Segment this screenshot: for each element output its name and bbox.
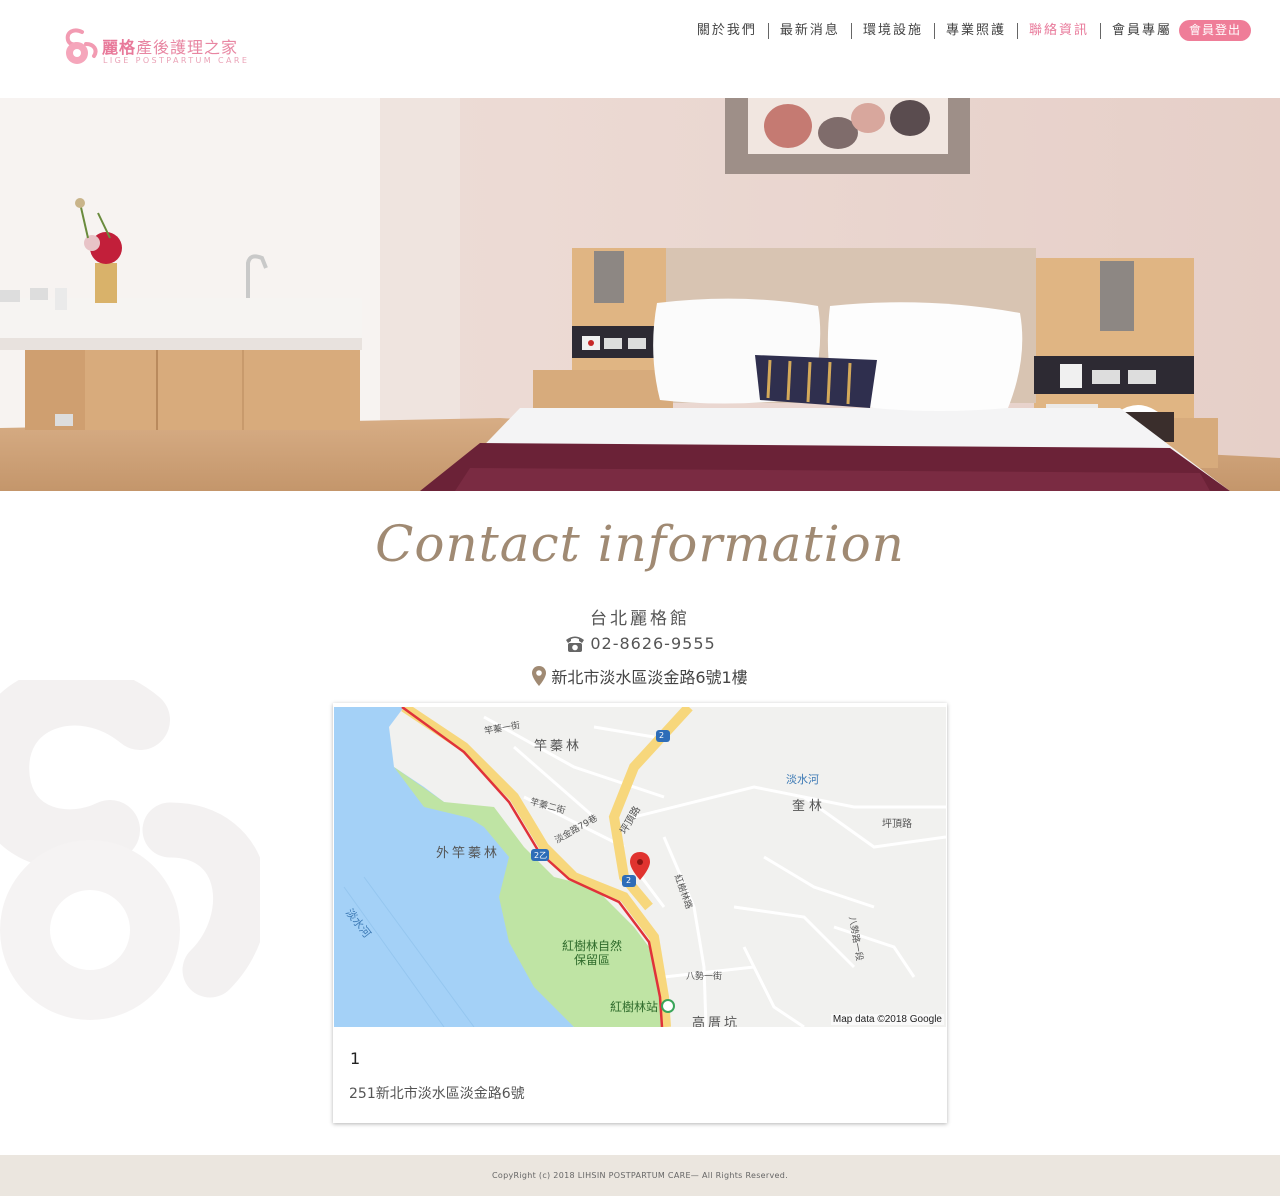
brand-name-cn: 麗格產後護理之家 xyxy=(102,34,238,58)
hero-bedroom-illustration xyxy=(0,98,1280,491)
phone-number[interactable]: 02-8626-9555 xyxy=(590,634,715,653)
map-info-address: 251新北市淡水區淡金路6號 xyxy=(349,1086,525,1102)
map-credit: Map data ©2018 Google xyxy=(830,1014,944,1025)
map-shield: 2乙 xyxy=(534,851,548,860)
nav-facilities[interactable]: 環境設施 xyxy=(852,23,935,39)
nav-care[interactable]: 專業照護 xyxy=(935,23,1018,39)
map-label-reserve: 紅樹林自然保留區 xyxy=(562,939,623,967)
logo-mark-icon xyxy=(65,28,98,64)
map-shield: 2 xyxy=(659,731,665,740)
map-label-area: 竿蓁林 xyxy=(534,739,583,754)
map-label-area: 奎林 xyxy=(792,799,827,814)
copyright-text: CopyRight (c) 2018 LIHSIN POSTPARTUM CAR… xyxy=(492,1171,788,1180)
watermark-logo-icon xyxy=(0,680,260,1020)
site-header: 麗格產後護理之家 LIGE POSTPARTUM CARE 關於我們 最新消息 … xyxy=(0,0,1280,98)
hero-image xyxy=(0,98,1280,491)
map-info-title: 1 xyxy=(350,1049,361,1068)
map-shield: 2 xyxy=(626,876,632,885)
logo[interactable]: 麗格產後護理之家 LIGE POSTPARTUM CARE xyxy=(60,24,260,70)
brand-name-bold: 麗格 xyxy=(102,38,137,57)
main-nav: 關於我們 最新消息 環境設施 專業照護 聯絡資訊 會員專屬 xyxy=(686,22,1172,40)
address-text: 新北市淡水區淡金路6號1樓 xyxy=(551,668,748,687)
nav-contact[interactable]: 聯絡資訊 xyxy=(1018,23,1101,39)
map-label-station: 紅樹林站 xyxy=(610,1000,659,1014)
phone-row: 02-8626-9555 xyxy=(0,634,1280,653)
address-row: 新北市淡水區淡金路6號1樓 xyxy=(0,664,1280,688)
logout-button[interactable]: 會員登出 xyxy=(1179,20,1251,41)
map-card: 竿蓁林 外竿蓁林 奎林 淡水河 淡水河 紅樹林自然保留區 紅樹林站 高厝坑 坪頂… xyxy=(333,703,947,1123)
map-label-road: 八勢一街 xyxy=(686,972,723,982)
location-pin-icon xyxy=(532,666,547,686)
site-footer: CopyRight (c) 2018 LIHSIN POSTPARTUM CAR… xyxy=(0,1155,1280,1196)
map-label-area: 外竿蓁林 xyxy=(436,846,501,861)
contact-title: Contact information xyxy=(375,515,905,573)
phone-icon xyxy=(566,636,585,652)
brand-name-en: LIGE POSTPARTUM CARE xyxy=(103,56,250,65)
nav-about[interactable]: 關於我們 xyxy=(686,23,769,39)
branch-name: 台北麗格館 xyxy=(590,609,690,629)
map-tiles xyxy=(334,707,946,1027)
map-label-road: 坪頂路 xyxy=(882,819,912,830)
google-map[interactable]: 竿蓁林 外竿蓁林 奎林 淡水河 淡水河 紅樹林自然保留區 紅樹林站 高厝坑 坪頂… xyxy=(334,707,946,1027)
brand-name-rest: 產後護理之家 xyxy=(136,38,239,57)
nav-members[interactable]: 會員專屬 xyxy=(1101,23,1172,39)
map-label-area: 高厝坑 xyxy=(692,1016,741,1027)
nav-news[interactable]: 最新消息 xyxy=(769,23,852,39)
map-label-river: 淡水河 xyxy=(786,773,819,786)
